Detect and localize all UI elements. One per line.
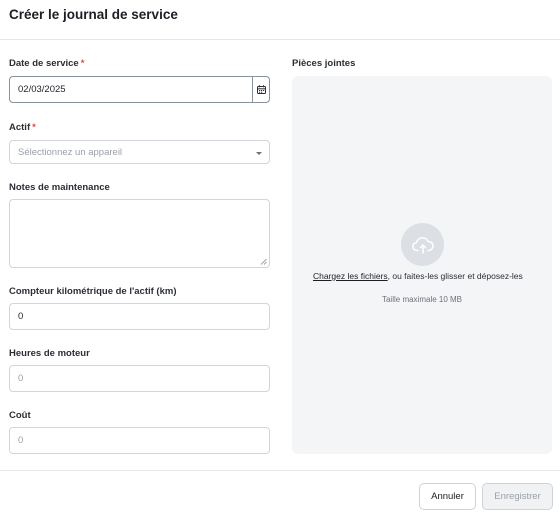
save-button[interactable]: Enregistrer: [482, 483, 553, 510]
engine-hours-placeholder: 0: [18, 373, 24, 384]
upload-button[interactable]: [401, 223, 444, 266]
cost-placeholder: 0: [18, 435, 24, 446]
required-mark: *: [32, 122, 36, 133]
attachments-dropzone[interactable]: Chargez les fichiers, ou faites-les glis…: [292, 76, 552, 454]
dialog-title: Créer le journal de service: [9, 7, 178, 22]
calendar-button[interactable]: [252, 77, 269, 102]
cancel-button[interactable]: Annuler: [419, 483, 476, 510]
notes-label: Notes de maintenance: [9, 182, 110, 193]
service-date-input[interactable]: 02/03/2025: [9, 76, 270, 103]
attachments-label: Pièces jointes: [292, 58, 356, 69]
odometer-label: Compteur kilométrique de l'actif (km): [9, 286, 177, 297]
dialog-footer: Annuler Enregistrer: [0, 470, 560, 515]
asset-label-text: Actif: [9, 122, 31, 133]
upload-drag-text: , ou faites-les glisser et déposez-les: [387, 271, 523, 281]
service-date-label-text: Date de service: [9, 58, 79, 69]
upload-instructions: Chargez les fichiers, ou faites-les glis…: [313, 269, 539, 284]
service-date-value: 02/03/2025: [18, 84, 66, 95]
max-size-hint: Taille maximale 10 MB: [381, 295, 463, 304]
cost-label: Coût: [9, 410, 31, 421]
chevron-down-icon: [256, 152, 262, 155]
engine-hours-label: Heures de moteur: [9, 348, 90, 359]
upload-files-link[interactable]: Chargez les fichiers: [313, 271, 388, 281]
resize-handle-icon[interactable]: [260, 258, 267, 265]
cloud-upload-icon: [411, 236, 434, 254]
required-mark: *: [80, 58, 85, 69]
odometer-input[interactable]: 0: [9, 303, 270, 330]
maintenance-notes-textarea[interactable]: [9, 199, 270, 268]
asset-select[interactable]: Sélectionnez un appareil: [9, 140, 270, 164]
calendar-icon: [256, 85, 266, 94]
odometer-value: 0: [18, 311, 24, 322]
cost-input[interactable]: 0: [9, 427, 270, 454]
asset-select-placeholder: Sélectionnez un appareil: [18, 146, 123, 158]
dialog-header: Créer le journal de service: [0, 0, 560, 40]
asset-label: Actif *: [9, 122, 36, 133]
service-date-label: Date de service *: [9, 58, 84, 69]
engine-hours-input[interactable]: 0: [9, 365, 270, 392]
